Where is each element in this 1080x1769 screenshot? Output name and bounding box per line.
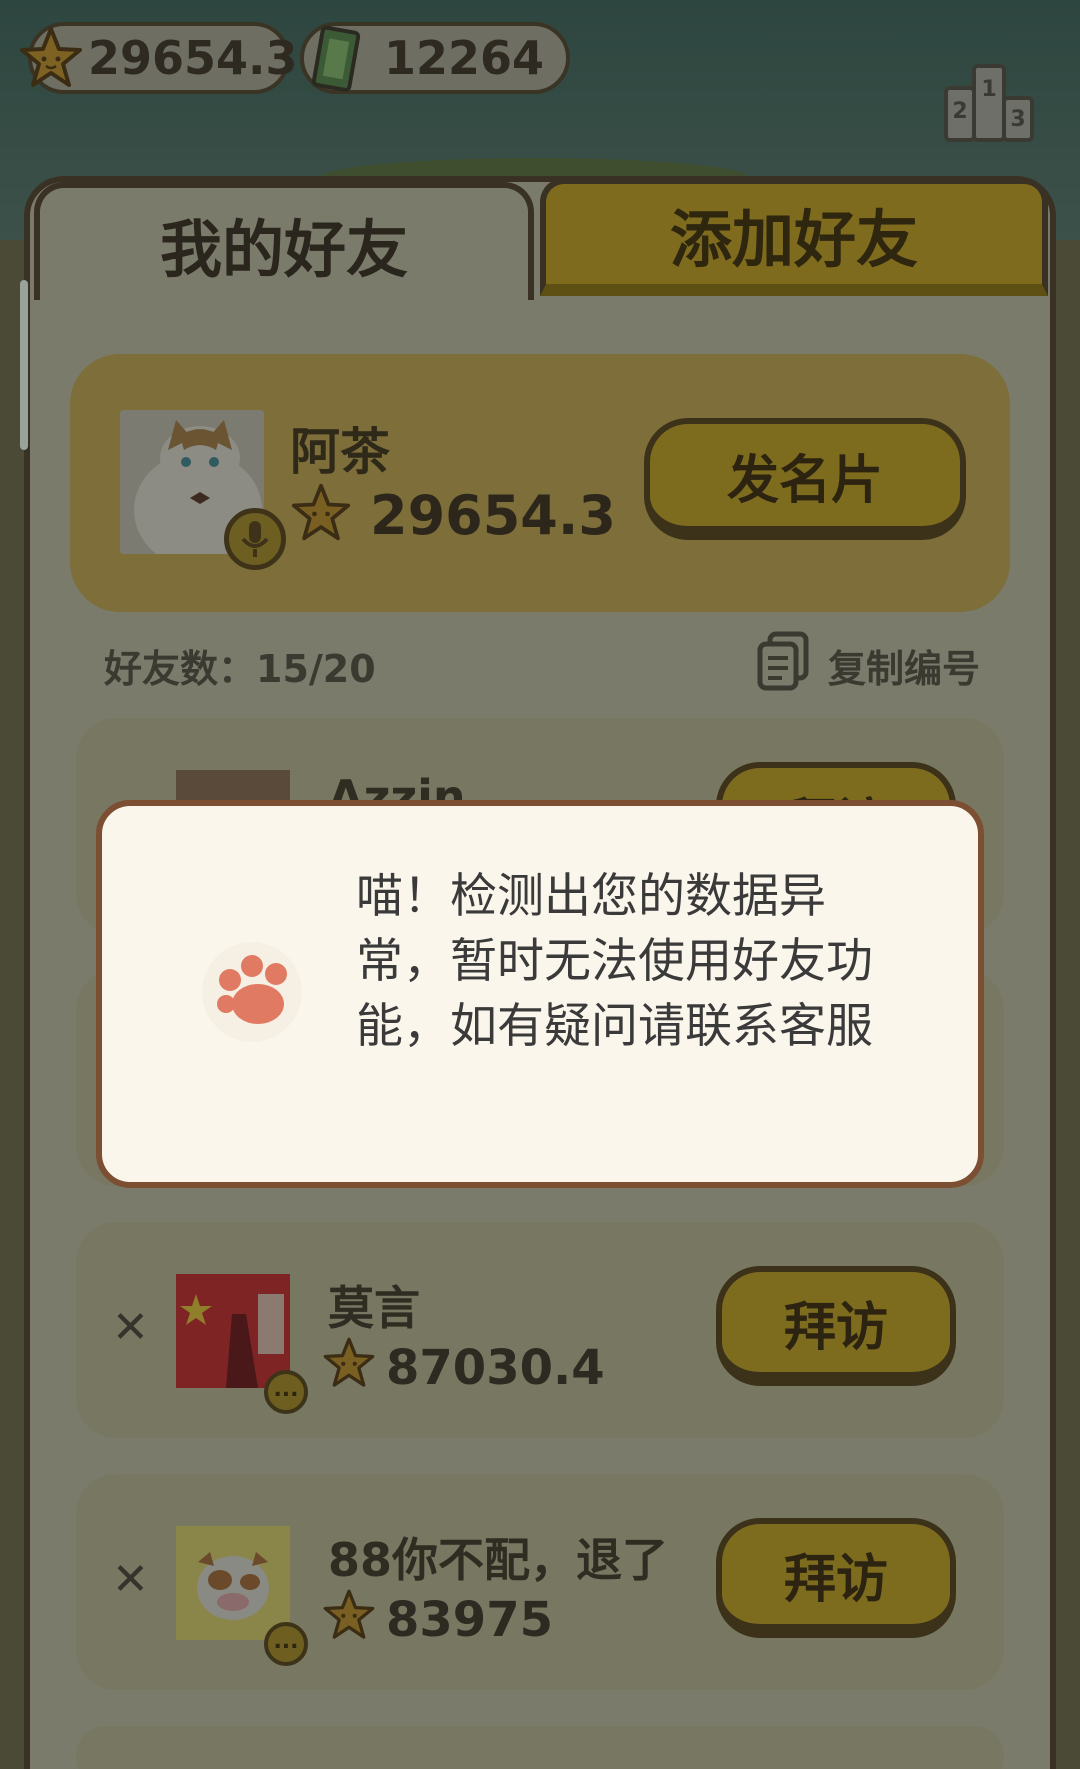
tab-add-friends[interactable]: 添加好友: [540, 178, 1048, 296]
error-message: 喵！检测出您的数据异常，暂时无法使用好友功能，如有疑问请联系客服: [356, 869, 873, 1054]
star-icon: [20, 27, 82, 87]
copy-icon[interactable]: [756, 630, 810, 692]
self-name: 阿茶: [290, 423, 390, 481]
self-score: 29654.3: [370, 484, 616, 547]
visit-label: 拜访: [783, 1549, 888, 1610]
friend-count: 好友数：15/20: [104, 647, 376, 691]
svg-text:1: 1: [981, 77, 996, 102]
visit-button[interactable]: 拜访: [716, 1266, 956, 1386]
visit-button[interactable]: 拜访: [716, 1518, 956, 1638]
svg-text:2: 2: [952, 99, 967, 124]
remove-friend-icon[interactable]: ✕: [112, 1554, 149, 1605]
star-icon: [323, 1337, 375, 1387]
cash-value: 12264: [384, 31, 545, 85]
tab-my-friends[interactable]: 我的好友: [34, 182, 534, 300]
remove-friend-icon[interactable]: ✕: [112, 1302, 149, 1353]
friend-name: 88你不配，退了: [328, 1533, 669, 1587]
friend-score: 83975: [386, 1592, 553, 1648]
friend-score: 87030.4: [386, 1340, 605, 1396]
scrollbar[interactable]: [20, 280, 28, 450]
friend-name: 莫言: [328, 1281, 420, 1335]
send-card-label: 发名片: [726, 450, 883, 511]
star-icon: [323, 1589, 375, 1639]
friend-row: [76, 1726, 1004, 1769]
tab-add-friends-label: 添加好友: [669, 203, 918, 276]
tab-my-friends-label: 我的好友: [159, 213, 408, 286]
mic-icon: [224, 508, 286, 570]
friend-avatar: [176, 1274, 290, 1388]
paw-icon: [202, 942, 302, 1042]
send-card-button[interactable]: 发名片: [644, 418, 966, 540]
cash-icon: [311, 25, 361, 92]
copy-id-button[interactable]: 复制编号: [828, 638, 980, 693]
leaderboard-icon[interactable]: 2 1 3: [942, 58, 1036, 146]
chat-badge-icon[interactable]: ...: [264, 1370, 308, 1414]
stars-value: 29654.3: [88, 31, 298, 85]
visit-label: 拜访: [783, 1297, 888, 1358]
friend-avatar: [176, 1526, 290, 1640]
chat-badge-icon[interactable]: ...: [264, 1622, 308, 1666]
star-icon: [291, 483, 351, 541]
svg-text:3: 3: [1010, 107, 1025, 132]
